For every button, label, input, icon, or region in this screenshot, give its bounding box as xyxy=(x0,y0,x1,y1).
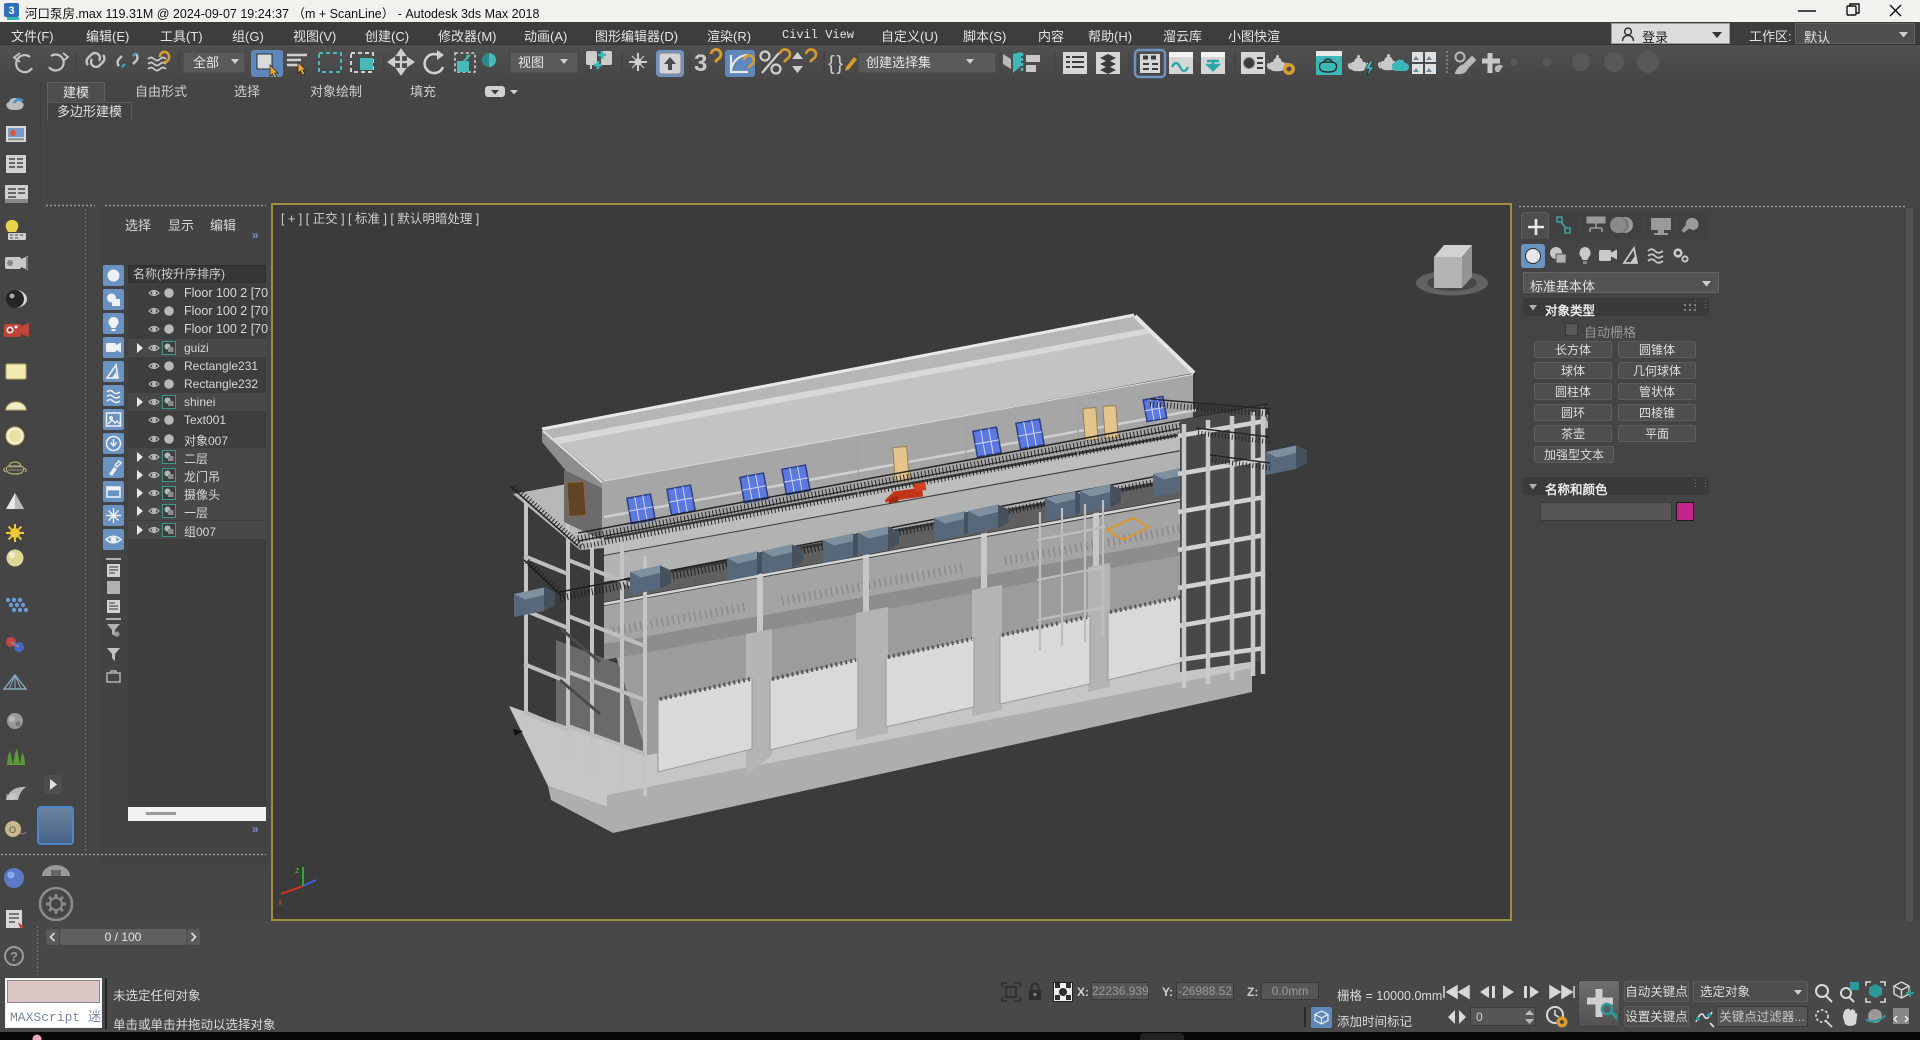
svg-text:3: 3 xyxy=(694,50,707,77)
svg-text:?: ? xyxy=(10,949,18,964)
svg-text:3: 3 xyxy=(8,5,14,17)
svg-text:创建选择集: 创建选择集 xyxy=(866,55,931,70)
svg-text:{ }: { } xyxy=(828,53,843,75)
svg-text:HF: HF xyxy=(6,793,17,802)
svg-text:O: O xyxy=(9,825,16,835)
svg-text:[ + ] [ 正交 ] [ 标准 ] [ 默认明暗处: [ + ] [ 正交 ] [ 标准 ] [ 默认明暗处理 ] xyxy=(281,211,479,226)
svg-text:x: x xyxy=(278,897,283,907)
svg-text:视图: 视图 xyxy=(518,55,544,70)
svg-text:全部: 全部 xyxy=(193,55,219,70)
svg-text:z: z xyxy=(295,865,300,875)
